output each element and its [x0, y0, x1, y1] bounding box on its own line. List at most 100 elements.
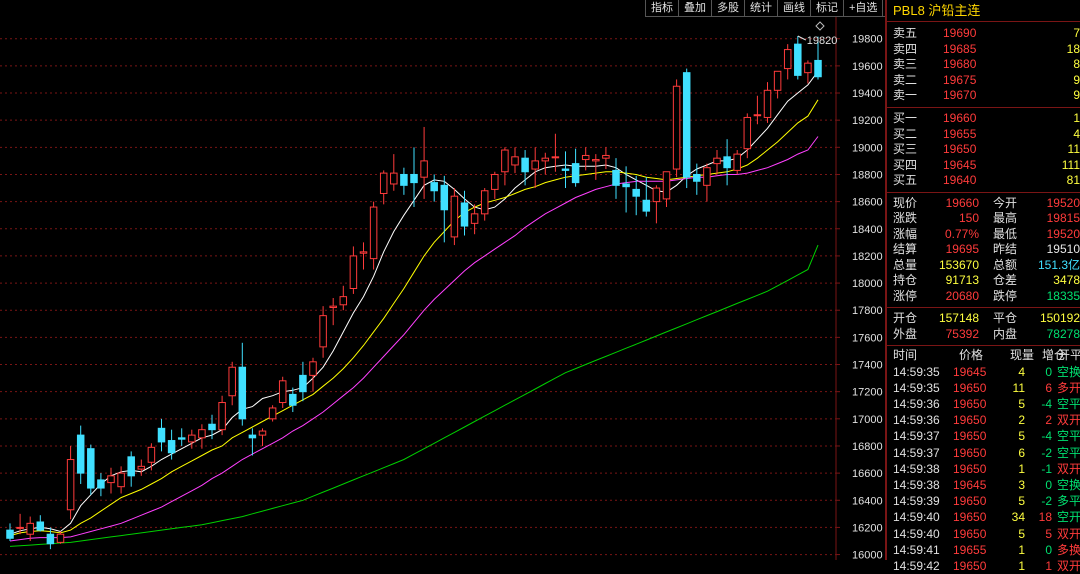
- candle-body: [167, 440, 176, 454]
- ask-label: 卖三: [893, 57, 918, 72]
- candle-body: [470, 213, 479, 224]
- bid-row: 买四 19645 111: [887, 158, 1080, 174]
- quote-label: 开仓: [893, 311, 918, 326]
- tick-type: 双开: [1057, 526, 1080, 541]
- quote-value: 19510: [1046, 242, 1080, 257]
- ask-price: 19680: [943, 57, 977, 72]
- toolbar-button-4[interactable]: 画线: [777, 0, 810, 17]
- ask-row: 卖四 19685 18: [887, 42, 1080, 58]
- tick-time: 14:59:38: [893, 477, 940, 492]
- tick-volume: 3: [1018, 477, 1025, 492]
- candle-body: [278, 380, 287, 404]
- tick-time: 14:59:40: [893, 510, 940, 525]
- y-tick-label: 17200: [852, 387, 883, 399]
- tick-price: 19655: [953, 542, 987, 557]
- tick-position-change: -4: [1041, 397, 1052, 411]
- peak-label: 19820: [807, 35, 838, 47]
- tick-volume: 1: [1018, 461, 1025, 476]
- candle-body: [511, 156, 519, 166]
- candle-body: [329, 305, 337, 309]
- y-tick-label: 16400: [852, 495, 883, 507]
- quote-label: 跌停: [993, 288, 1018, 303]
- y-tick-label: 18200: [852, 251, 883, 263]
- tick-volume: 1: [1018, 542, 1025, 557]
- tick-volume: 1: [1018, 558, 1025, 573]
- tick-position-change: 18: [1038, 510, 1052, 525]
- ask-volume: 9: [1073, 88, 1080, 103]
- candle-body: [602, 154, 610, 159]
- candle-body: [248, 434, 257, 439]
- tick-position-change: -1: [1041, 461, 1052, 476]
- quote-value: 150: [958, 211, 979, 226]
- candle-body: [592, 159, 600, 162]
- tick-header-type: 开平: [1058, 348, 1080, 363]
- quote-label: 昨结: [993, 242, 1018, 257]
- candle-body: [258, 430, 267, 436]
- tick-position-change: 6: [1045, 380, 1052, 395]
- quote-label: 现价: [893, 195, 918, 210]
- quote-value: 150192: [1039, 311, 1080, 326]
- candle-body: [531, 160, 539, 170]
- quote-label: 外盘: [893, 326, 918, 341]
- tick-price: 19650: [953, 526, 987, 541]
- ask-row: 卖五 19690 7: [887, 26, 1080, 42]
- candle-body: [76, 434, 85, 474]
- tick-price: 19645: [953, 364, 987, 379]
- candle-body: [147, 446, 156, 463]
- candle-body: [642, 199, 651, 212]
- candle-body: [804, 62, 812, 74]
- candle-body: [501, 149, 509, 173]
- candle-body: [36, 521, 45, 531]
- quote-label: 结算: [893, 242, 918, 257]
- tick-position-change: 1: [1045, 558, 1052, 573]
- tick-row: 14:59:37 19650 6 -2 空平: [887, 445, 1080, 461]
- bid-volume: 81: [1066, 173, 1080, 188]
- candle-body: [6, 529, 14, 539]
- quote-row: 持仓 91713 仓差 3478: [887, 273, 1080, 289]
- candle-body: [319, 315, 327, 348]
- tick-position-change: 0: [1045, 364, 1052, 379]
- tick-time: 14:59:39: [893, 494, 940, 509]
- tick-time: 14:59:36: [893, 397, 940, 411]
- tick-position-change: 2: [1045, 413, 1052, 428]
- tick-row: 14:59:42 19650 1 1 双开: [887, 558, 1080, 574]
- tick-volume: 34: [1011, 510, 1025, 525]
- tick-volume: 11: [1012, 380, 1025, 395]
- quote-label: 今开: [993, 195, 1018, 210]
- ask-row: 卖一 19670 9: [887, 88, 1080, 104]
- quote-panel: PBL8 沪铅主连 卖五 19690 7 卖四 19685 18 卖三 19680 8 卖二 196…: [885, 0, 1080, 573]
- bid-label: 买二: [893, 126, 918, 141]
- quote-label: 持仓: [893, 273, 918, 288]
- bid-levels: 买一 19660 1 买二 19655 4 买三 19650 11 买四 19645 111 买五 196…: [887, 108, 1080, 193]
- tick-type: 多平: [1057, 494, 1080, 509]
- candle-body: [188, 434, 196, 443]
- toolbar-button-2[interactable]: 多股: [711, 0, 744, 17]
- candle-body: [349, 255, 358, 289]
- quote-value: 0.77%: [944, 226, 979, 241]
- tick-header-vol: 现量: [1009, 348, 1034, 363]
- toolbar-button-5[interactable]: 标记: [810, 0, 843, 17]
- toolbar-button-0[interactable]: 指标: [645, 0, 678, 17]
- candle-body: [480, 190, 489, 215]
- quote-label: 平仓: [993, 311, 1018, 326]
- tick-time: 14:59:37: [893, 429, 940, 444]
- tick-row: 14:59:35 19645 4 0 空换: [887, 364, 1080, 380]
- toolbar-button-6[interactable]: +自选: [843, 0, 883, 17]
- tick-time: 14:59:35: [893, 380, 940, 395]
- candle-body: [97, 479, 105, 489]
- peak-marker: [797, 35, 807, 41]
- kline-chart[interactable]: 16000 16200 16400 16600 16800 17000 17200 17400…: [0, 17, 885, 560]
- candle-body: [177, 437, 186, 440]
- tick-list: 时间 价格 现量 增仓 开平 14:59:35 19645 4 0 空换 14:59:35…: [887, 346, 1080, 574]
- quote-row: 现价 19660 今开 19520: [887, 196, 1080, 212]
- quote-value: 78278: [1046, 326, 1080, 341]
- kline-chart-svg[interactable]: 16000 16200 16400 16600 16800 17000 17200 17400…: [0, 17, 885, 560]
- tick-volume: 5: [1018, 429, 1025, 444]
- quote-value: 157148: [938, 311, 979, 326]
- toolbar-button-1[interactable]: 叠加: [678, 0, 711, 17]
- toolbar-button-3[interactable]: 统计: [744, 0, 777, 17]
- ask-label: 卖五: [893, 26, 918, 40]
- tick-price: 19650: [953, 397, 987, 411]
- y-tick-label: 16600: [852, 468, 883, 480]
- diamond-icon[interactable]: [815, 21, 825, 31]
